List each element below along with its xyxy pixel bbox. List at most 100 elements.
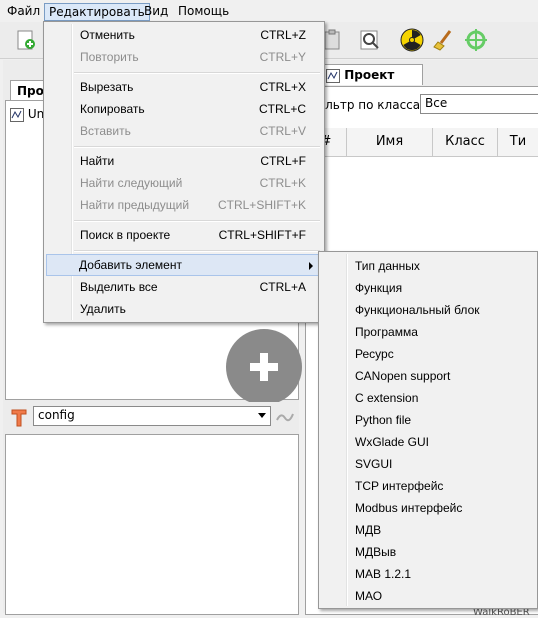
new-file-icon xyxy=(17,30,35,50)
menu-item-accel: CTRL+SHIFT+K xyxy=(217,198,306,212)
config-icon xyxy=(11,409,27,427)
menu-file[interactable]: Файл xyxy=(3,3,44,19)
menu-item-label: Отменить xyxy=(80,28,135,42)
menu-separator xyxy=(74,250,320,252)
menu-item-label: Добавить элемент xyxy=(79,258,182,272)
config-select[interactable]: config xyxy=(33,406,271,426)
menu-item-label: Найти предыдущий xyxy=(80,198,190,212)
menu-separator xyxy=(74,220,320,222)
submenu-item-label: SVGUI xyxy=(355,457,393,471)
menu-separator xyxy=(74,72,320,74)
menu-item-paste[interactable]: Вставить CTRL+V xyxy=(46,120,322,142)
magnifier-icon xyxy=(360,30,379,50)
menu-item-label: Копировать xyxy=(80,102,145,116)
submenu-item-label: Функция xyxy=(355,281,403,295)
menu-item-accel: CTRL+F xyxy=(260,154,306,168)
submenu-item-mav[interactable]: МАВ 1.2.1 xyxy=(321,563,535,585)
menu-item-delete[interactable]: Удалить xyxy=(46,298,322,320)
build-button[interactable] xyxy=(398,26,426,54)
add-element-submenu: Тип данных Функция Функциональный блок П… xyxy=(318,251,538,609)
submenu-item-label: CANopen support xyxy=(355,369,451,383)
menu-item-cut[interactable]: Вырезать CTRL+X xyxy=(46,76,322,98)
submenu-item-program[interactable]: Программа xyxy=(321,321,535,343)
menu-item-redo[interactable]: Повторить CTRL+Y xyxy=(46,46,322,68)
menu-item-add-element[interactable]: Добавить элемент xyxy=(46,254,322,276)
submenu-item-wxglade-gui[interactable]: WxGlade GUI xyxy=(321,431,535,453)
tree-root-label: Un xyxy=(27,107,45,121)
menu-item-find[interactable]: Найти CTRL+F xyxy=(46,150,322,172)
menu-item-accel: CTRL+C xyxy=(258,102,306,116)
submenu-item-mdvyv[interactable]: МДВыв xyxy=(321,541,535,563)
add-element-button[interactable] xyxy=(226,329,302,405)
submenu-item-resource[interactable]: Ресурс xyxy=(321,343,535,365)
menu-item-undo[interactable]: Отменить CTRL+Z xyxy=(46,24,322,46)
filter-select[interactable]: Все xyxy=(420,94,538,114)
col-header-class[interactable]: Класс xyxy=(433,128,498,156)
submenu-item-function[interactable]: Функция xyxy=(321,277,535,299)
connect-button[interactable] xyxy=(462,26,490,54)
col-header-name[interactable]: Имя xyxy=(347,128,433,156)
menu-item-search-in-project[interactable]: Поиск в проекте CTRL+SHIFT+F xyxy=(46,224,322,246)
submenu-item-c-extension[interactable]: C extension xyxy=(321,387,535,409)
submenu-item-label: Программа xyxy=(355,325,418,339)
menu-item-label: Найти следующий xyxy=(80,176,183,190)
menu-item-copy[interactable]: Копировать CTRL+C xyxy=(46,98,322,120)
menu-item-accel: CTRL+Z xyxy=(260,28,306,42)
menu-item-accel: CTRL+A xyxy=(259,280,306,294)
link-icon[interactable] xyxy=(275,410,295,424)
submenu-item-function-block[interactable]: Функциональный блок xyxy=(321,299,535,321)
menu-item-label: Выделить все xyxy=(80,280,158,294)
menu-help[interactable]: Помощь xyxy=(174,3,233,19)
radiation-icon xyxy=(400,28,424,52)
project-icon xyxy=(10,107,24,122)
chevron-down-icon xyxy=(258,413,266,418)
menu-edit[interactable]: Редактировать xyxy=(44,3,150,21)
menu-item-label: Поиск в проекте xyxy=(80,228,171,242)
filter-label: Фильтр по классам: xyxy=(307,98,434,112)
menu-item-find-previous[interactable]: Найти предыдущий CTRL+SHIFT+K xyxy=(46,194,322,216)
submenu-item-mdv[interactable]: МДВ xyxy=(321,519,535,541)
menu-view[interactable]: Вид xyxy=(140,3,172,19)
submenu-item-label: МДВыв xyxy=(355,545,397,559)
edit-menu: Отменить CTRL+Z Повторить CTRL+Y Вырезат… xyxy=(43,21,325,323)
submenu-item-label: Функциональный блок xyxy=(355,303,480,317)
search-button[interactable] xyxy=(356,26,384,54)
menu-item-label: Повторить xyxy=(80,50,139,64)
config-area xyxy=(5,434,299,615)
menu-separator xyxy=(74,146,320,148)
plus-icon xyxy=(250,353,278,381)
submenu-item-label: МАО xyxy=(355,589,383,603)
submenu-item-python-file[interactable]: Python file xyxy=(321,409,535,431)
target-icon xyxy=(465,29,487,51)
submenu-item-tcp-interface[interactable]: TCP интерфейс xyxy=(321,475,535,497)
submenu-item-label: TCP интерфейс xyxy=(355,479,444,493)
submenu-item-data-type[interactable]: Тип данных xyxy=(321,255,535,277)
menu-item-label: Вырезать xyxy=(80,80,134,94)
submenu-item-label: C extension xyxy=(355,391,419,405)
submenu-item-label: WxGlade GUI xyxy=(355,435,430,449)
submenu-item-svgui[interactable]: SVGUI xyxy=(321,453,535,475)
menubar: Файл Редактировать Вид Помощь xyxy=(0,0,538,22)
new-project-button[interactable] xyxy=(12,26,40,54)
submenu-item-mao[interactable]: МАО xyxy=(321,585,535,607)
menu-item-find-next[interactable]: Найти следующий CTRL+K xyxy=(46,172,322,194)
clean-button[interactable] xyxy=(430,26,458,54)
submenu-arrow-icon xyxy=(309,262,313,270)
config-select-value: config xyxy=(38,408,75,422)
tab-project-right[interactable]: Проект ✕ xyxy=(319,64,423,102)
submenu-item-label: Тип данных xyxy=(355,259,420,273)
submenu-item-modbus-interface[interactable]: Modbus интерфейс xyxy=(321,497,535,519)
submenu-item-label: Python file xyxy=(355,413,412,427)
submenu-item-label: МДВ xyxy=(355,523,382,537)
tab-project-right-label: Проект xyxy=(344,68,395,82)
col-header-type[interactable]: Ти xyxy=(498,128,538,156)
menu-item-accel: CTRL+SHIFT+F xyxy=(218,228,306,242)
submenu-item-label: Ресурс xyxy=(355,347,394,361)
filter-select-value: Все xyxy=(425,96,448,110)
menu-item-select-all[interactable]: Выделить все CTRL+A xyxy=(46,276,322,298)
menu-item-accel: CTRL+V xyxy=(259,124,306,138)
menu-item-accel: CTRL+X xyxy=(259,80,306,94)
submenu-item-label: МАВ 1.2.1 xyxy=(355,567,412,581)
submenu-item-canopen[interactable]: CANopen support xyxy=(321,365,535,387)
tree-root-item[interactable]: Un xyxy=(10,107,44,122)
